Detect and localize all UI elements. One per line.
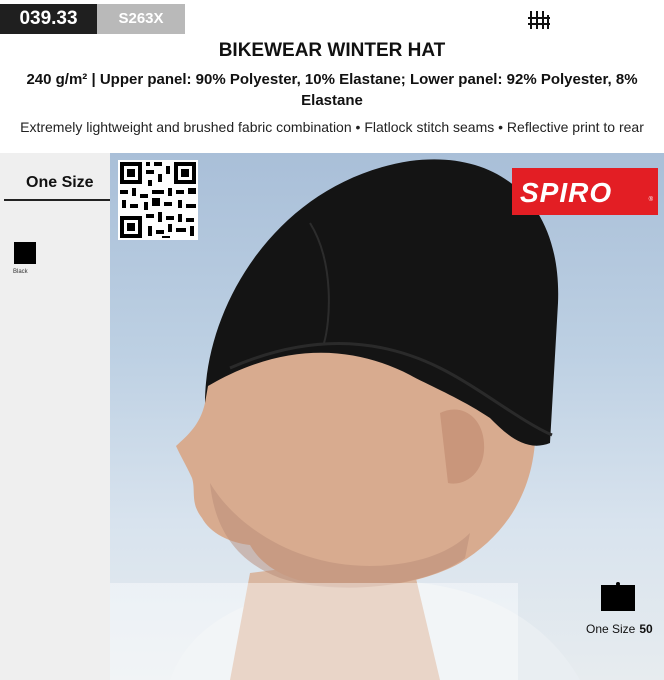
photo-overlay xyxy=(110,583,518,680)
top-bar: 039.33 S263X xyxy=(0,0,664,36)
color-swatch-black[interactable] xyxy=(14,242,36,264)
product-features: Extremely lightweight and brushed fabric… xyxy=(20,119,644,135)
size-chart-size: One Size xyxy=(586,622,636,636)
size-chart-entry: One Size 50 xyxy=(586,622,653,636)
size-chart-value: 50 xyxy=(639,622,653,636)
product-title: BIKEWEAR WINTER HAT xyxy=(218,40,446,61)
brand-registered-mark: ® xyxy=(648,197,653,203)
brand-logo: SPIRO ® xyxy=(512,168,658,215)
qr-code[interactable] xyxy=(118,160,198,240)
product-code: 039.33 xyxy=(0,4,97,34)
brand-name: SPIRO xyxy=(520,177,613,208)
garment-care-icon xyxy=(528,11,550,29)
color-swatch-label: Black xyxy=(13,269,28,275)
size-chart-icon xyxy=(601,582,635,611)
size-tab-label: One Size xyxy=(26,174,94,191)
size-tab[interactable]: One Size xyxy=(4,169,110,201)
product-panel: One Size Black SPIRO ® One Size 50 xyxy=(0,153,664,680)
supplier-code: S263X xyxy=(97,4,185,34)
product-spec: 240 g/m² | Upper panel: 90% Polyester, 1… xyxy=(26,71,638,109)
